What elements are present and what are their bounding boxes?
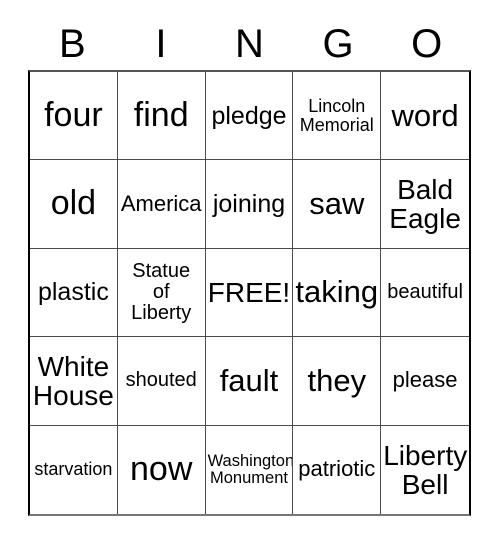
bingo-cell-label: joining: [212, 190, 286, 219]
bingo-cell-o5[interactable]: Liberty Bell: [381, 425, 469, 514]
bingo-cell-label: now: [130, 450, 193, 489]
bingo-cell-g4[interactable]: they: [293, 337, 382, 426]
bingo-cell-i5[interactable]: now: [117, 425, 206, 514]
bingo-cell-n1[interactable]: pledge: [205, 72, 294, 161]
bingo-cell-n5[interactable]: Washington Monument: [205, 425, 294, 514]
bingo-cell-g2[interactable]: saw: [293, 160, 382, 249]
bingo-cell-label: starvation: [34, 459, 113, 480]
bingo-cell-g1[interactable]: Lincoln Memorial: [293, 72, 382, 161]
bingo-cell-label: word: [391, 97, 459, 133]
bingo-cell-label: pledge: [211, 101, 287, 130]
bingo-cell-b2[interactable]: old: [30, 160, 118, 249]
bingo-cell-b1[interactable]: four: [30, 72, 118, 161]
bingo-cell-b3[interactable]: plastic: [30, 248, 118, 338]
header-letter-i: I: [155, 22, 167, 66]
bingo-cell-i2[interactable]: America: [117, 160, 206, 249]
bingo-cell-g3[interactable]: taking: [293, 248, 382, 338]
bingo-cell-o3[interactable]: beautiful: [381, 248, 469, 338]
bingo-cell-label: Statue of Liberty: [131, 260, 192, 324]
header-letter-b: B: [58, 22, 86, 66]
bingo-cell-b5[interactable]: starvation: [30, 425, 118, 514]
bingo-cell-free-space[interactable]: FREE!: [205, 248, 294, 338]
bingo-cell-label: Bald Eagle: [389, 173, 461, 235]
bingo-cell-i3[interactable]: Statue of Liberty: [117, 248, 206, 338]
bingo-cell-i4[interactable]: shouted: [117, 337, 206, 426]
bingo-cell-label: fault: [219, 362, 279, 398]
bingo-cell-label: four: [44, 96, 103, 135]
bingo-cell-n4[interactable]: fault: [205, 337, 294, 426]
bingo-cell-o2[interactable]: Bald Eagle: [381, 160, 469, 249]
bingo-cell-label: Washington Monument: [207, 451, 294, 487]
bingo-cell-label: White House: [32, 350, 114, 411]
bingo-card: B I N G O four find pledge Lincoln Memor…: [0, 0, 500, 544]
header-letter-g: G: [322, 22, 354, 66]
bingo-cell-g5[interactable]: patriotic: [293, 425, 382, 514]
bingo-cell-i1[interactable]: find: [117, 72, 206, 161]
bingo-cell-label: FREE!: [207, 276, 291, 308]
bingo-grid: four find pledge Lincoln Memorial word o…: [28, 70, 471, 516]
bingo-cell-label: beautiful: [387, 281, 463, 304]
bingo-cell-label: old: [50, 184, 97, 223]
header-letter-o: O: [411, 22, 443, 66]
bingo-cell-label: taking: [295, 274, 379, 310]
header-letter-n: N: [235, 22, 264, 66]
bingo-cell-label: saw: [309, 185, 365, 221]
bingo-cell-label: find: [133, 96, 189, 135]
bingo-cell-n2[interactable]: joining: [205, 160, 294, 249]
bingo-cell-o1[interactable]: word: [381, 72, 469, 161]
bingo-cell-label: Lincoln Memorial: [299, 95, 374, 135]
bingo-cell-label: please: [392, 367, 458, 393]
bingo-cell-label: Liberty Bell: [383, 439, 468, 500]
bingo-cell-label: America: [120, 190, 202, 216]
bingo-cell-label: they: [307, 362, 367, 398]
bingo-cell-label: shouted: [125, 369, 197, 392]
bingo-cell-label: plastic: [37, 278, 109, 307]
bingo-cell-b4[interactable]: White House: [30, 337, 118, 426]
bingo-header: B I N G O: [28, 18, 471, 70]
bingo-cell-label: patriotic: [298, 456, 376, 482]
bingo-cell-o4[interactable]: please: [381, 337, 469, 426]
